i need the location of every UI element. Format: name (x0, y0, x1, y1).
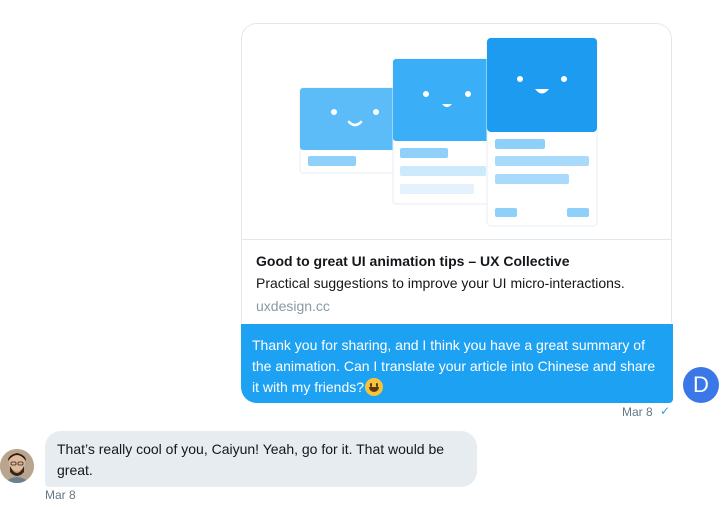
avatar[interactable]: D (683, 367, 719, 403)
link-title[interactable]: Good to great UI animation tips – UX Col… (256, 253, 570, 269)
link-domain: uxdesign.cc (256, 298, 330, 314)
outgoing-message-text: Thank you for sharing, and I think you h… (252, 337, 656, 395)
incoming-message-text: That’s really cool of you, Caiyun! Yeah,… (57, 441, 445, 478)
card-divider (242, 239, 671, 240)
grinning-face-icon (365, 378, 384, 396)
link-preview-card[interactable]: Good to great UI animation tips – UX Col… (241, 23, 672, 323)
incoming-timestamp: Mar 8 (45, 488, 76, 502)
incoming-message-bubble: That’s really cool of you, Caiyun! Yeah,… (45, 431, 477, 487)
link-preview-image (242, 24, 671, 239)
outgoing-timestamp: Mar 8 (622, 405, 653, 419)
check-icon: ✓ (660, 404, 671, 418)
person-avatar-icon (0, 449, 34, 483)
ui-cards-illustration (299, 37, 598, 227)
link-description: Practical suggestions to improve your UI… (256, 275, 625, 291)
outgoing-message-bubble: Thank you for sharing, and I think you h… (241, 324, 673, 403)
avatar[interactable] (0, 449, 34, 483)
